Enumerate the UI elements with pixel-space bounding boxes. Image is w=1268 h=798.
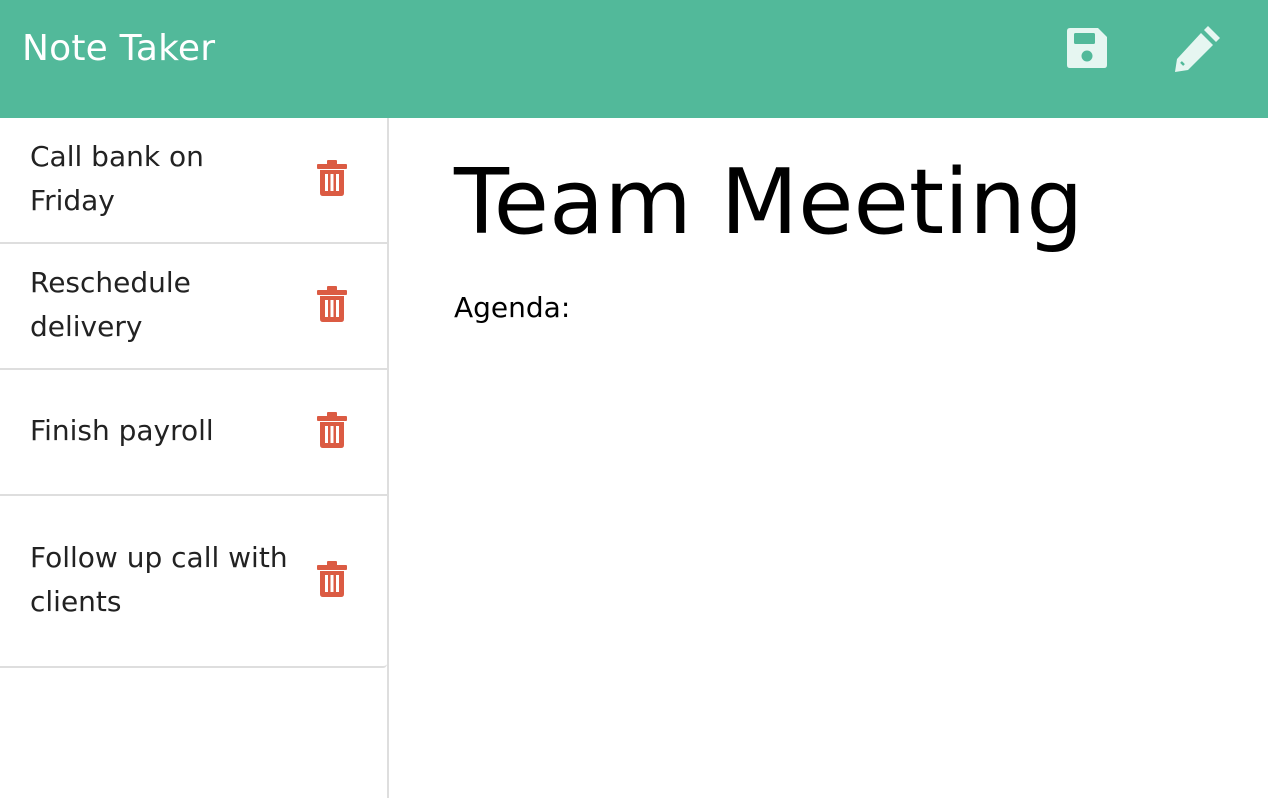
trash-icon xyxy=(317,286,347,322)
navbar: Note Taker xyxy=(0,0,1268,118)
trash-icon xyxy=(317,412,347,448)
app-title[interactable]: Note Taker xyxy=(22,31,215,67)
save-note-button[interactable] xyxy=(1061,22,1113,74)
trash-icon xyxy=(317,160,347,196)
notes-sidebar: Call bank on Friday Reschedule delivery xyxy=(0,118,389,798)
delete-note-button[interactable] xyxy=(315,410,349,450)
delete-note-button[interactable] xyxy=(315,559,349,599)
note-list: Call bank on Friday Reschedule delivery xyxy=(0,118,387,668)
note-editor: Team Meeting Agenda: xyxy=(391,118,1268,798)
note-title-input[interactable]: Team Meeting xyxy=(454,148,1268,258)
note-title: Finish payroll xyxy=(30,414,214,447)
save-icon xyxy=(1067,28,1107,68)
note-text-area[interactable]: Agenda: xyxy=(454,290,1268,326)
note-title: Follow up call with clients xyxy=(30,541,288,618)
note-title: Reschedule delivery xyxy=(30,266,191,343)
delete-note-button[interactable] xyxy=(315,284,349,324)
delete-note-button[interactable] xyxy=(315,158,349,198)
list-item[interactable]: Call bank on Friday xyxy=(0,118,387,244)
trash-icon xyxy=(317,561,347,597)
list-item[interactable]: Reschedule delivery xyxy=(0,244,387,370)
new-note-button[interactable] xyxy=(1172,22,1224,74)
pencil-icon xyxy=(1175,26,1220,72)
note-title: Call bank on Friday xyxy=(30,140,204,217)
list-item[interactable]: Finish payroll xyxy=(0,370,387,496)
list-item[interactable]: Follow up call with clients xyxy=(0,496,387,666)
